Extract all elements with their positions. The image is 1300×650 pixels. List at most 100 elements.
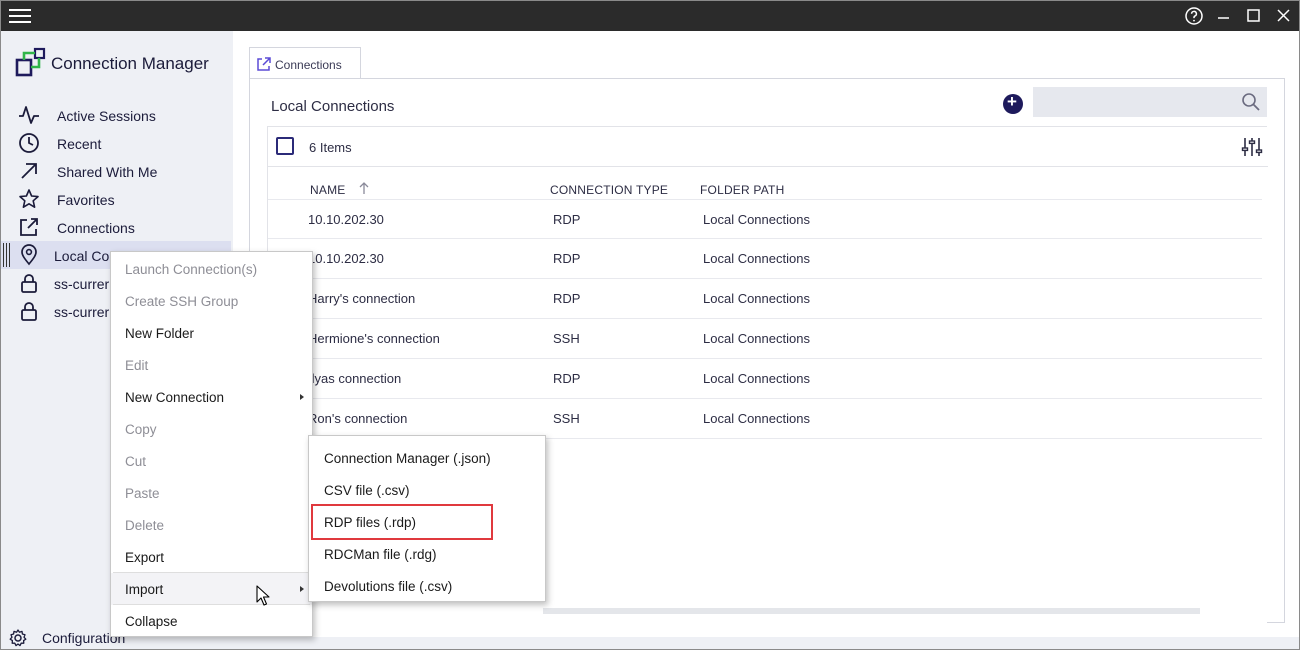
tab-label: Connections [275,58,342,72]
cell-folder: Local Connections [703,291,810,306]
app-window: Connection Manager Active Sessions Recen… [0,0,1300,650]
hamburger-menu-icon[interactable] [7,5,33,27]
close-icon[interactable] [1272,4,1296,28]
column-settings-icon[interactable] [1240,135,1264,159]
cell-type: RDP [553,371,581,386]
cell-type: RDP [553,212,581,227]
submenu-item-rdcman-file[interactable]: RDCMan file (.rdg) [309,535,545,567]
menu-item-edit[interactable]: Edit [111,349,312,381]
table-row[interactable]: 10.10.202.30 RDP Local Connections [268,239,1262,279]
table-row[interactable]: 10.10.202.30 RDP Local Connections [268,199,1262,239]
menu-item-label: Collapse [125,614,178,629]
gear-icon [9,629,27,647]
submenu-arrow-icon [300,394,304,400]
lock-icon [21,274,37,293]
column-header-name[interactable]: NAME [310,183,345,197]
menu-item-delete[interactable]: Delete [111,509,312,541]
cell-type: SSH [553,411,580,426]
menu-item-paste[interactable]: Paste [111,477,312,509]
menu-item-create-ssh-group[interactable]: Create SSH Group [111,285,312,317]
menu-item-label: Create SSH Group [125,294,239,309]
activity-icon [19,106,39,124]
maximize-icon[interactable] [1242,4,1266,28]
menu-item-label: Edit [125,358,149,373]
cell-folder: Local Connections [703,371,810,386]
sort-ascending-icon[interactable] [358,181,370,195]
tab-connections[interactable]: Connections [249,47,361,79]
cell-folder: Local Connections [703,331,810,346]
items-count: 6 Items [309,140,352,155]
menu-item-cut[interactable]: Cut [111,445,312,477]
menu-item-label: New Connection [125,390,225,405]
menu-item-label: Delete [125,518,165,533]
menu-item-label: Copy [125,422,157,437]
plus-icon: + [1007,92,1017,111]
star-icon [19,189,39,208]
menu-item-label: Launch Connection(s) [125,262,258,277]
menu-item-launch-connections[interactable]: Launch Connection(s) [111,253,312,285]
sidebar-item-active-sessions[interactable]: Active Sessions [1,101,231,129]
search-input[interactable] [1033,87,1233,117]
sidebar-item-recent[interactable]: Recent [1,129,231,157]
menu-item-label: CSV file (.csv) [324,483,410,498]
menu-item-label: Paste [125,486,160,501]
select-all-checkbox[interactable] [276,137,294,155]
menu-item-copy[interactable]: Copy [111,413,312,445]
arrow-up-right-icon [21,163,37,179]
help-icon[interactable] [1182,4,1206,28]
menu-item-label: Export [125,550,165,565]
search-icon[interactable] [1241,92,1261,112]
submenu-arrow-icon [300,586,304,592]
table-row[interactable]: Harry's connection RDP Local Connections [268,279,1262,319]
menu-item-label: New Folder [125,326,195,341]
horizontal-scrollbar[interactable] [543,608,1200,614]
menu-item-collapse[interactable]: Collapse [111,605,312,637]
sidebar-item-label: ss-currer [54,304,110,320]
cell-folder: Local Connections [703,251,810,266]
cell-type: SSH [553,331,580,346]
submenu-item-connection-manager-json[interactable]: Connection Manager (.json) [309,439,545,471]
add-connection-button[interactable]: + [1003,92,1023,114]
sidebar-item-label: Recent [57,136,102,152]
menu-item-new-connection[interactable]: New Connection [111,381,312,413]
cell-name: Ilyas connection [308,371,402,386]
app-title: Connection Manager [51,54,209,73]
title-bar [1,1,1299,31]
sidebar-item-connections[interactable]: Connections [1,213,231,241]
external-link-icon [20,218,38,236]
submenu-item-csv-file[interactable]: CSV file (.csv) [309,471,545,503]
context-menu: Launch Connection(s) Create SSH Group Ne… [110,251,313,637]
sidebar-item-favorites[interactable]: Favorites [1,185,231,213]
cell-folder: Local Connections [703,411,810,426]
sidebar-item-label: Favorites [57,192,115,208]
sidebar-item-shared-with-me[interactable]: Shared With Me [1,157,231,185]
lock-icon [21,302,37,321]
submenu-item-devolutions-file[interactable]: Devolutions file (.csv) [309,567,545,599]
menu-item-import[interactable]: Import [111,573,312,605]
table-row[interactable]: Ilyas connection RDP Local Connections [268,359,1262,399]
menu-item-label: Cut [125,454,147,469]
clock-icon [19,133,39,153]
column-header-connection-type[interactable]: CONNECTION TYPE [550,183,668,197]
cell-type: RDP [553,291,581,306]
menu-item-label: Import [125,582,164,597]
location-pin-icon [21,244,37,266]
table-row[interactable]: Ron's connection SSH Local Connections [268,399,1262,439]
cell-name: Harry's connection [308,291,416,306]
column-header-folder-path[interactable]: FOLDER PATH [700,183,784,197]
page-title: Local Connections [271,98,395,115]
selection-marker [3,241,11,269]
menu-item-label: RDP files (.rdp) [324,515,417,530]
cell-name: 10.10.202.30 [308,251,384,266]
menu-item-new-folder[interactable]: New Folder [111,317,312,349]
cell-name: 10.10.202.30 [308,212,384,227]
cell-name: Ron's connection [308,411,408,426]
cell-type: RDP [553,251,581,266]
menu-item-export[interactable]: Export [111,541,312,573]
cell-name: Hermione's connection [308,331,440,346]
sidebar-item-label: Shared With Me [57,164,158,180]
minimize-icon[interactable] [1212,4,1236,28]
table-row[interactable]: Hermione's connection SSH Local Connecti… [268,319,1262,359]
submenu-item-rdp-files[interactable]: RDP files (.rdp) [309,503,545,535]
search-box[interactable] [1033,87,1267,117]
